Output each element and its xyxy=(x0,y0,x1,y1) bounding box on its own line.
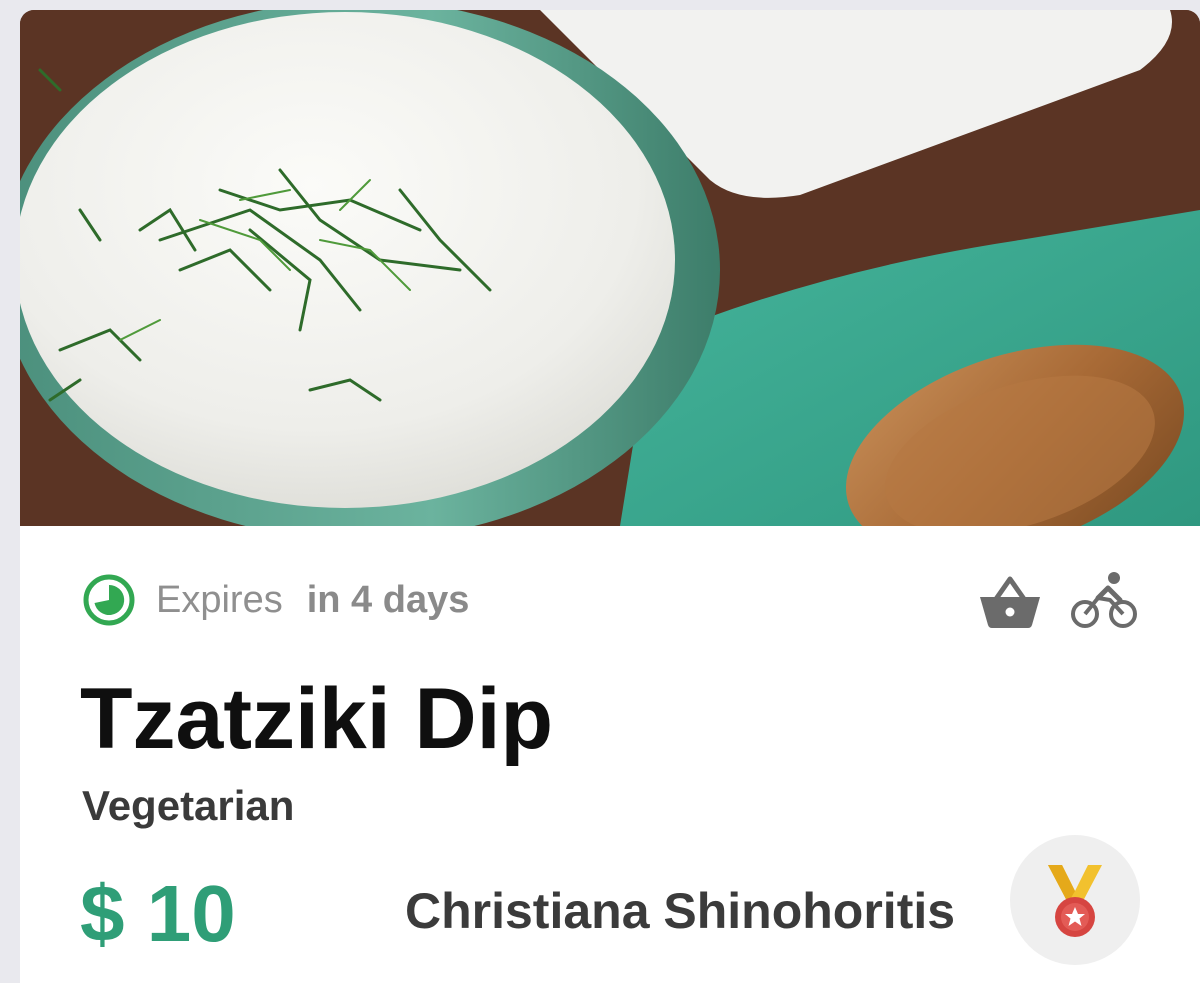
seller-name[interactable]: Christiana Shinohoritis xyxy=(405,882,955,940)
expiry-row: Expires in 4 days xyxy=(82,570,469,630)
listing-title: Tzatziki Dip xyxy=(80,671,554,767)
listing-card[interactable]: Expires in 4 days Tzatziki Dip Vegetaria… xyxy=(20,10,1200,983)
clock-icon xyxy=(83,574,135,626)
basket-icon[interactable] xyxy=(978,573,1042,629)
listing-photo[interactable] xyxy=(20,10,1200,526)
listing-category: Vegetarian xyxy=(82,782,295,829)
bicycle-icon[interactable] xyxy=(1070,570,1138,630)
tzatziki-photo xyxy=(20,10,1200,526)
expires-label: Expires xyxy=(156,578,283,621)
expires-value: in 4 days xyxy=(306,578,470,621)
seller-badge[interactable] xyxy=(1010,835,1140,965)
medal-icon xyxy=(1048,865,1102,937)
listing-price: $ 10 xyxy=(80,869,236,958)
